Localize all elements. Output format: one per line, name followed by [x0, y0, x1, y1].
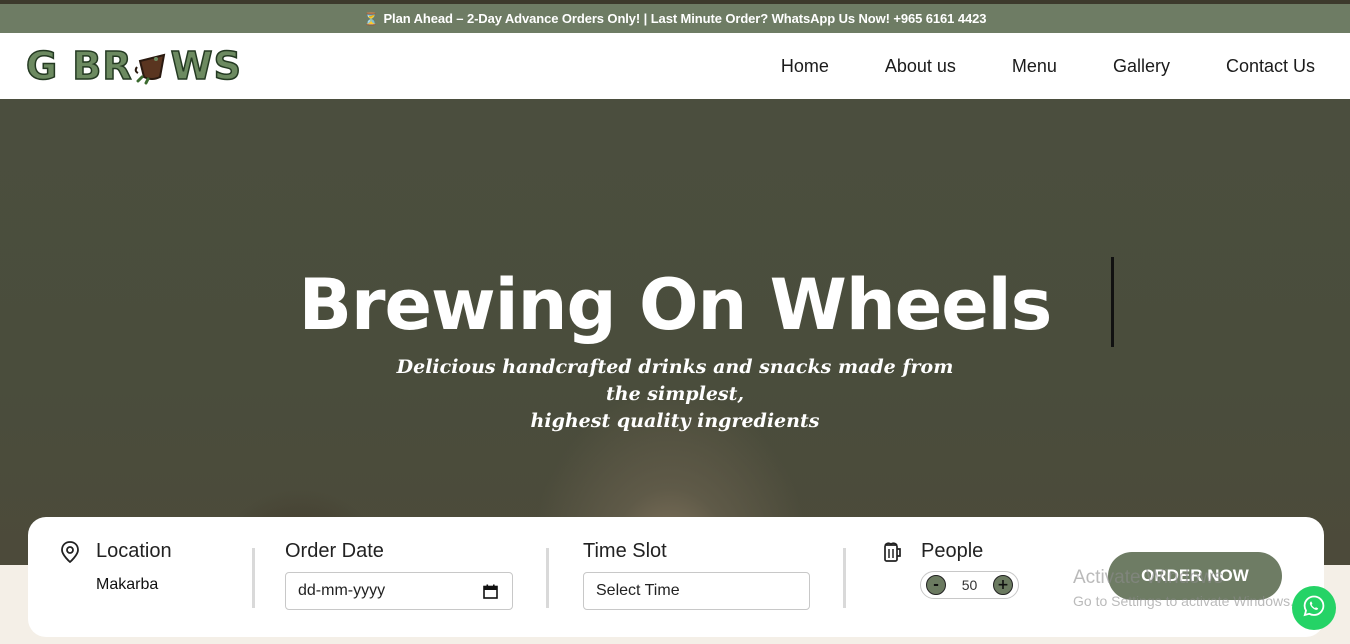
people-count[interactable]: 50: [962, 577, 978, 593]
order-date-field: Order Date dd-mm-yyyy: [278, 517, 538, 637]
order-now-button[interactable]: ORDER NOW: [1108, 552, 1282, 600]
divider: [843, 548, 846, 608]
logo[interactable]: G BR WS: [25, 43, 242, 89]
increment-button[interactable]: +: [992, 575, 1013, 595]
nav-menu[interactable]: Menu: [1012, 56, 1057, 77]
coffee-cup-icon: [134, 47, 170, 85]
location-label: Location: [96, 540, 172, 562]
logo-text-right: WS: [170, 43, 242, 89]
hero-subtitle-line-2: highest quality ingredients: [530, 410, 820, 432]
order-date-label: Order Date: [285, 540, 384, 562]
order-date-placeholder: dd-mm-yyyy: [298, 582, 386, 599]
hero-subtitle: Delicious handcrafted drinks and snacks …: [380, 354, 970, 435]
people-field: People - 50 +: [878, 517, 1078, 637]
nav-contact-us[interactable]: Contact Us: [1226, 56, 1315, 77]
nav-about-us[interactable]: About us: [885, 56, 956, 77]
nav-gallery[interactable]: Gallery: [1113, 56, 1170, 77]
text-cursor: [1111, 257, 1114, 347]
nav-home[interactable]: Home: [781, 56, 829, 77]
divider: [252, 548, 255, 608]
announcement-bar: ⏳ Plan Ahead – 2-Day Advance Orders Only…: [0, 4, 1350, 33]
location-pin-icon: [60, 541, 80, 567]
quantity-stepper: - 50 +: [920, 571, 1019, 599]
time-slot-label: Time Slot: [583, 540, 667, 562]
main-nav: Home About us Menu Gallery Contact Us: [725, 33, 1315, 99]
whatsapp-button[interactable]: [1292, 586, 1336, 630]
location-value[interactable]: Makarba: [96, 576, 158, 594]
order-date-input[interactable]: dd-mm-yyyy: [285, 572, 513, 610]
hourglass-icon: ⏳: [363, 11, 379, 26]
time-slot-field: Time Slot Select Time: [576, 517, 836, 637]
booking-bar: Location Makarba Order Date dd-mm-yyyy T…: [28, 517, 1324, 637]
hero-banner: Brewing On Wheels Delicious handcrafted …: [0, 99, 1350, 565]
hero-title: Brewing On Wheels: [298, 264, 1053, 346]
decrement-button[interactable]: -: [926, 575, 946, 595]
divider: [546, 548, 549, 608]
site-header: G BR WS Home About us Menu Gallery Conta…: [0, 33, 1350, 99]
hero-subtitle-line-1: Delicious handcrafted drinks and snacks …: [396, 356, 954, 405]
time-slot-selected: Select Time: [596, 582, 680, 599]
calendar-icon[interactable]: [483, 584, 498, 604]
whatsapp-icon: [1302, 594, 1326, 622]
beer-mug-icon: [883, 541, 903, 567]
time-slot-select[interactable]: Select Time: [583, 572, 810, 610]
announcement-text: Plan Ahead – 2-Day Advance Orders Only! …: [383, 11, 987, 26]
people-label: People: [921, 540, 984, 562]
logo-text-left: G BR: [25, 43, 133, 89]
location-field: Location Makarba: [28, 517, 248, 637]
